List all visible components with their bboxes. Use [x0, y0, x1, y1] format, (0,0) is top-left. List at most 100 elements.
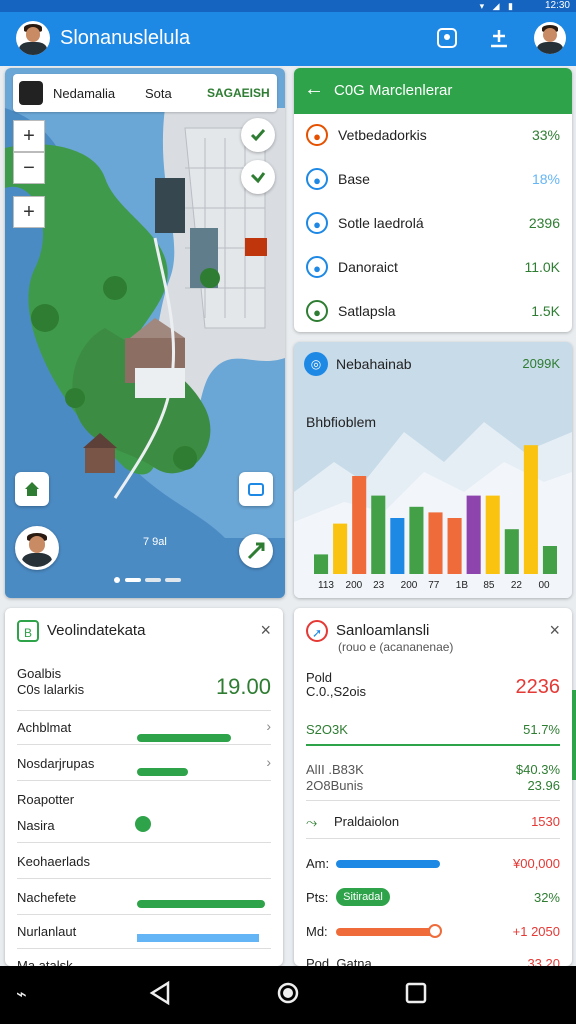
back-button[interactable] [148, 980, 172, 1013]
recents-button[interactable] [404, 980, 428, 1013]
row-label: Nosdarjrupas [17, 756, 95, 771]
chart-bar [466, 495, 481, 574]
row-label: Roapotter [17, 792, 75, 807]
tab-sagaeish[interactable]: SAGAEISH [207, 86, 270, 100]
s3-label: Praldaiolon [334, 814, 400, 829]
row-label: Keohaerlads [17, 854, 90, 869]
pold-value: 2236 [515, 676, 561, 698]
goal-sublabel: C0s lalarkis [17, 682, 85, 697]
stat-value: 18% [531, 171, 560, 187]
stat-label: Sotle laedrolá [338, 215, 424, 231]
stat-value: 1.5K [531, 303, 560, 319]
add-icon[interactable] [486, 26, 512, 52]
chart-card: 113 200 23 200 77 1B 85 22 00 ◎ Nebahainab 2099K… [294, 342, 572, 598]
chart-bar [504, 529, 519, 574]
s2-sublabel: 2O8Bunis [306, 778, 364, 793]
x-tick-label: 113 [318, 580, 334, 591]
chevron-right-icon[interactable]: › [266, 754, 271, 770]
x-tick-label: 77 [428, 580, 440, 591]
keyboard-icon[interactable]: ⌁ [16, 984, 27, 1005]
slider-orange[interactable] [336, 928, 436, 936]
chart-header-value: 2099K [522, 356, 560, 371]
panel-icon: B [17, 620, 39, 642]
goal-label: Goalbis [17, 666, 62, 681]
s2-label: AlII .B83K [306, 762, 364, 777]
map-user-avatar[interactable] [15, 526, 59, 570]
stat-row[interactable]: ● Base 18% [294, 158, 572, 202]
back-arrow-icon[interactable]: ← [304, 78, 324, 101]
b1-label: Am: [306, 856, 330, 871]
layers-button[interactable] [239, 472, 273, 506]
stat-row[interactable]: ● Sotle laedrolá 2396 [294, 202, 572, 246]
add-layer-button[interactable]: + [13, 196, 45, 228]
navigate-button[interactable] [239, 534, 273, 568]
tab-sota[interactable]: Sota [145, 86, 172, 101]
stat-row[interactable]: ● Satlapsla 1.5K [294, 290, 572, 332]
x-tick-label: 85 [483, 580, 495, 591]
chart-bar [390, 518, 405, 574]
scroll-indicator[interactable] [572, 690, 576, 780]
b3-label: Md: [306, 924, 328, 939]
left-panel: B Veolindatekata × Goalbis C0s lalarkis … [5, 608, 283, 966]
right-panel: ➚ Sanloamlansli (rouo e (acananenae) × P… [294, 608, 572, 966]
stat-label: Satlapsla [338, 303, 396, 319]
confirm-button[interactable] [241, 160, 275, 194]
app-title: Slonanuslelula [60, 27, 191, 49]
chart-bar [352, 476, 367, 574]
map-view[interactable] [5, 68, 285, 598]
chevron-right-icon[interactable]: › [266, 718, 271, 734]
status-dot [135, 816, 151, 832]
slider-handle[interactable] [428, 924, 442, 938]
b4-value: 33 20 [527, 956, 560, 966]
home-nav-button[interactable] [276, 980, 300, 1013]
clock-icon: ● [306, 124, 328, 146]
chart-bar [447, 518, 462, 574]
zoom-in-button[interactable]: + [13, 120, 45, 152]
home-button[interactable] [15, 472, 49, 506]
stat-label: Danoraict [338, 259, 398, 275]
map-card: Nedamalia Sota SAGAEISH + − + 7 9al [5, 68, 285, 598]
s1-label: S2O3K [306, 722, 348, 737]
x-tick-label: 1B [456, 580, 469, 591]
b3-value: +1 2050 [512, 924, 560, 939]
compass-icon: ➚ [306, 620, 328, 642]
target-icon: ● [306, 212, 328, 234]
slider-blue[interactable] [336, 860, 440, 868]
pold-label: Pold [306, 670, 333, 685]
progress-bar [137, 768, 188, 776]
status-time: 12:30 [544, 0, 570, 11]
check-button[interactable] [241, 118, 275, 152]
row-label: Nurlanlaut [17, 924, 77, 939]
stat-row[interactable]: ● Danoraict 11.0K [294, 246, 572, 290]
profile-avatar[interactable] [534, 22, 566, 54]
stat-label: Vetbedadorkis [338, 127, 427, 143]
close-icon[interactable]: × [260, 620, 271, 641]
b4-label: Pod. Gatna [306, 956, 372, 966]
bar-chart: 113 200 23 200 77 1B 85 22 00 [294, 422, 572, 598]
s2-value2: 23.96 [527, 778, 560, 793]
stat-value: 2396 [528, 215, 560, 231]
zoom-out-button[interactable]: − [13, 152, 45, 184]
user-avatar[interactable] [16, 21, 50, 55]
trash-icon: ● [306, 300, 328, 322]
status-bar: ▾ ◢ ▮ 12:30 [0, 0, 576, 12]
chart-bar [409, 506, 424, 574]
map-tabs: Nedamalia Sota SAGAEISH [13, 74, 277, 112]
right-panel-title: Sanloamlansli [336, 622, 430, 639]
b2-label: Pts: [306, 890, 329, 905]
chart-bar [314, 554, 329, 574]
row-label: Ma atalsk [17, 958, 73, 966]
chart-bar [485, 495, 500, 574]
b2-value: 32% [533, 890, 560, 905]
close-icon[interactable]: × [549, 620, 560, 641]
stat-row[interactable]: ● Vetbedadorkis 33% [294, 114, 572, 158]
x-tick-label: 200 [401, 580, 418, 591]
app-bar: Slonanuslelula [0, 12, 576, 66]
tab-nedamalia[interactable]: Nedamalia [53, 86, 115, 101]
truck-icon: ● [306, 256, 328, 278]
right-panel-subtitle: (rouo e (acananenae) [338, 640, 454, 654]
x-tick-label: 200 [346, 580, 363, 591]
map-pin-icon[interactable] [434, 26, 460, 52]
page-indicator [114, 577, 181, 583]
chart-bar [523, 445, 538, 574]
